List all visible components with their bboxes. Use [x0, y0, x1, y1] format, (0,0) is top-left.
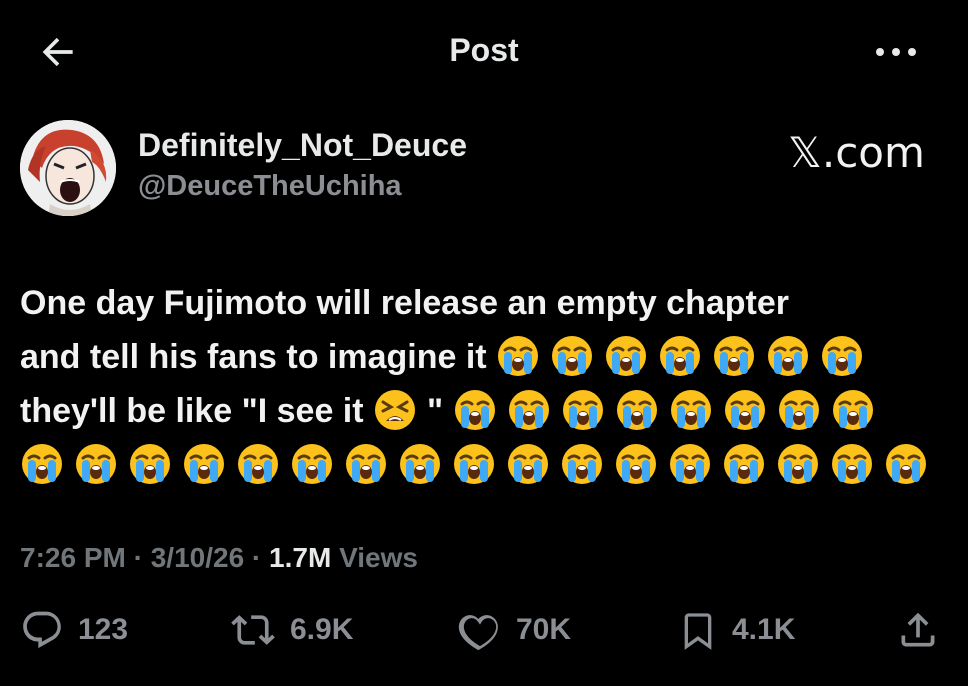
crying-face-emoji-icon [820, 334, 864, 378]
crying-face-emoji-icon [884, 442, 928, 486]
more-button[interactable] [868, 28, 924, 76]
tweet-text: One day Fujimoto will release an empty c… [20, 276, 948, 492]
meta-separator: · [133, 542, 151, 573]
repost-icon [231, 615, 275, 645]
crying-face-emoji-icon [712, 334, 756, 378]
crying-face-emoji-icon [776, 442, 820, 486]
crying-face-emoji-icon [830, 442, 874, 486]
author-handle[interactable]: @DeuceTheUchiha [138, 166, 402, 206]
crying-face-emoji-icon [561, 388, 605, 432]
crying-face-emoji-icon [560, 442, 604, 486]
crying-face-emoji-icon [831, 388, 875, 432]
x-com-suffix: .com [821, 128, 925, 177]
tired-face-emoji-icon [373, 388, 417, 432]
heart-icon [458, 615, 498, 651]
x-com-watermark: 𝕏.com [788, 128, 925, 178]
crying-face-emoji-icon [658, 334, 702, 378]
crying-face-emoji-icon [182, 442, 226, 486]
tweet-line-text: " [427, 392, 453, 430]
tweet-line-text: they'll be like "I see it [20, 392, 374, 430]
ellipsis-icon [876, 48, 916, 56]
crying-face-emoji-icon [236, 442, 280, 486]
tweet-line: they'll be like "I see it " [20, 384, 948, 438]
crying-face-emoji-icon [614, 442, 658, 486]
repost-count: 6.9K [290, 613, 354, 646]
crying-face-emoji-icon [20, 442, 64, 486]
tweet-line-text: and tell his fans to imagine it [20, 338, 497, 376]
bookmark-button[interactable]: 4.1K [678, 600, 795, 660]
tweet-time[interactable]: 7:26 PM [20, 542, 126, 573]
reply-button[interactable]: 123 [20, 600, 128, 660]
crying-face-emoji-icon [722, 442, 766, 486]
crying-face-emoji-icon [777, 388, 821, 432]
crying-face-emoji-icon [453, 388, 497, 432]
reply-count: 123 [78, 613, 129, 646]
crying-face-emoji-icon [669, 388, 713, 432]
reply-icon [23, 611, 61, 649]
crying-face-emoji-icon [344, 442, 388, 486]
crying-face-emoji-icon [496, 334, 540, 378]
crying-face-emoji-icon [723, 388, 767, 432]
x-logo-icon: 𝕏 [788, 128, 822, 177]
crying-face-emoji-icon [766, 334, 810, 378]
crying-face-emoji-icon [668, 442, 712, 486]
avatar-image [20, 120, 116, 216]
like-count: 70K [516, 613, 572, 646]
crying-face-emoji-icon [604, 334, 648, 378]
crying-face-emoji-icon [74, 442, 118, 486]
tweet-line [20, 438, 948, 492]
tweet-line-text: One day Fujimoto will release an empty c… [20, 284, 790, 322]
meta-separator: · [251, 542, 270, 573]
tweet-line: and tell his fans to imagine it [20, 330, 948, 384]
tweet-date[interactable]: 3/10/26 [151, 542, 244, 573]
crying-face-emoji-icon [128, 442, 172, 486]
bookmark-count: 4.1K [732, 613, 796, 646]
bookmark-icon [684, 613, 712, 650]
share-icon [901, 612, 935, 647]
crying-face-emoji-icon [398, 442, 442, 486]
crying-face-emoji-icon [290, 442, 334, 486]
tweet-line: One day Fujimoto will release an empty c… [20, 276, 948, 330]
author-display-name[interactable]: Definitely_Not_Deuce [138, 124, 467, 166]
tweet-meta: 7:26 PM · 3/10/26 · 1.7M Views [20, 538, 418, 578]
share-button[interactable] [896, 600, 940, 660]
crying-face-emoji-icon [507, 388, 551, 432]
crying-face-emoji-icon [506, 442, 550, 486]
crying-face-emoji-icon [615, 388, 659, 432]
views-label: Views [339, 542, 418, 573]
repost-button[interactable]: 6.9K [230, 600, 353, 660]
page-title: Post [449, 32, 519, 68]
crying-face-emoji-icon [550, 334, 594, 378]
like-button[interactable]: 70K [458, 600, 571, 660]
avatar[interactable] [20, 120, 116, 216]
views-count: 1.7M [269, 542, 332, 573]
crying-face-emoji-icon [452, 442, 496, 486]
